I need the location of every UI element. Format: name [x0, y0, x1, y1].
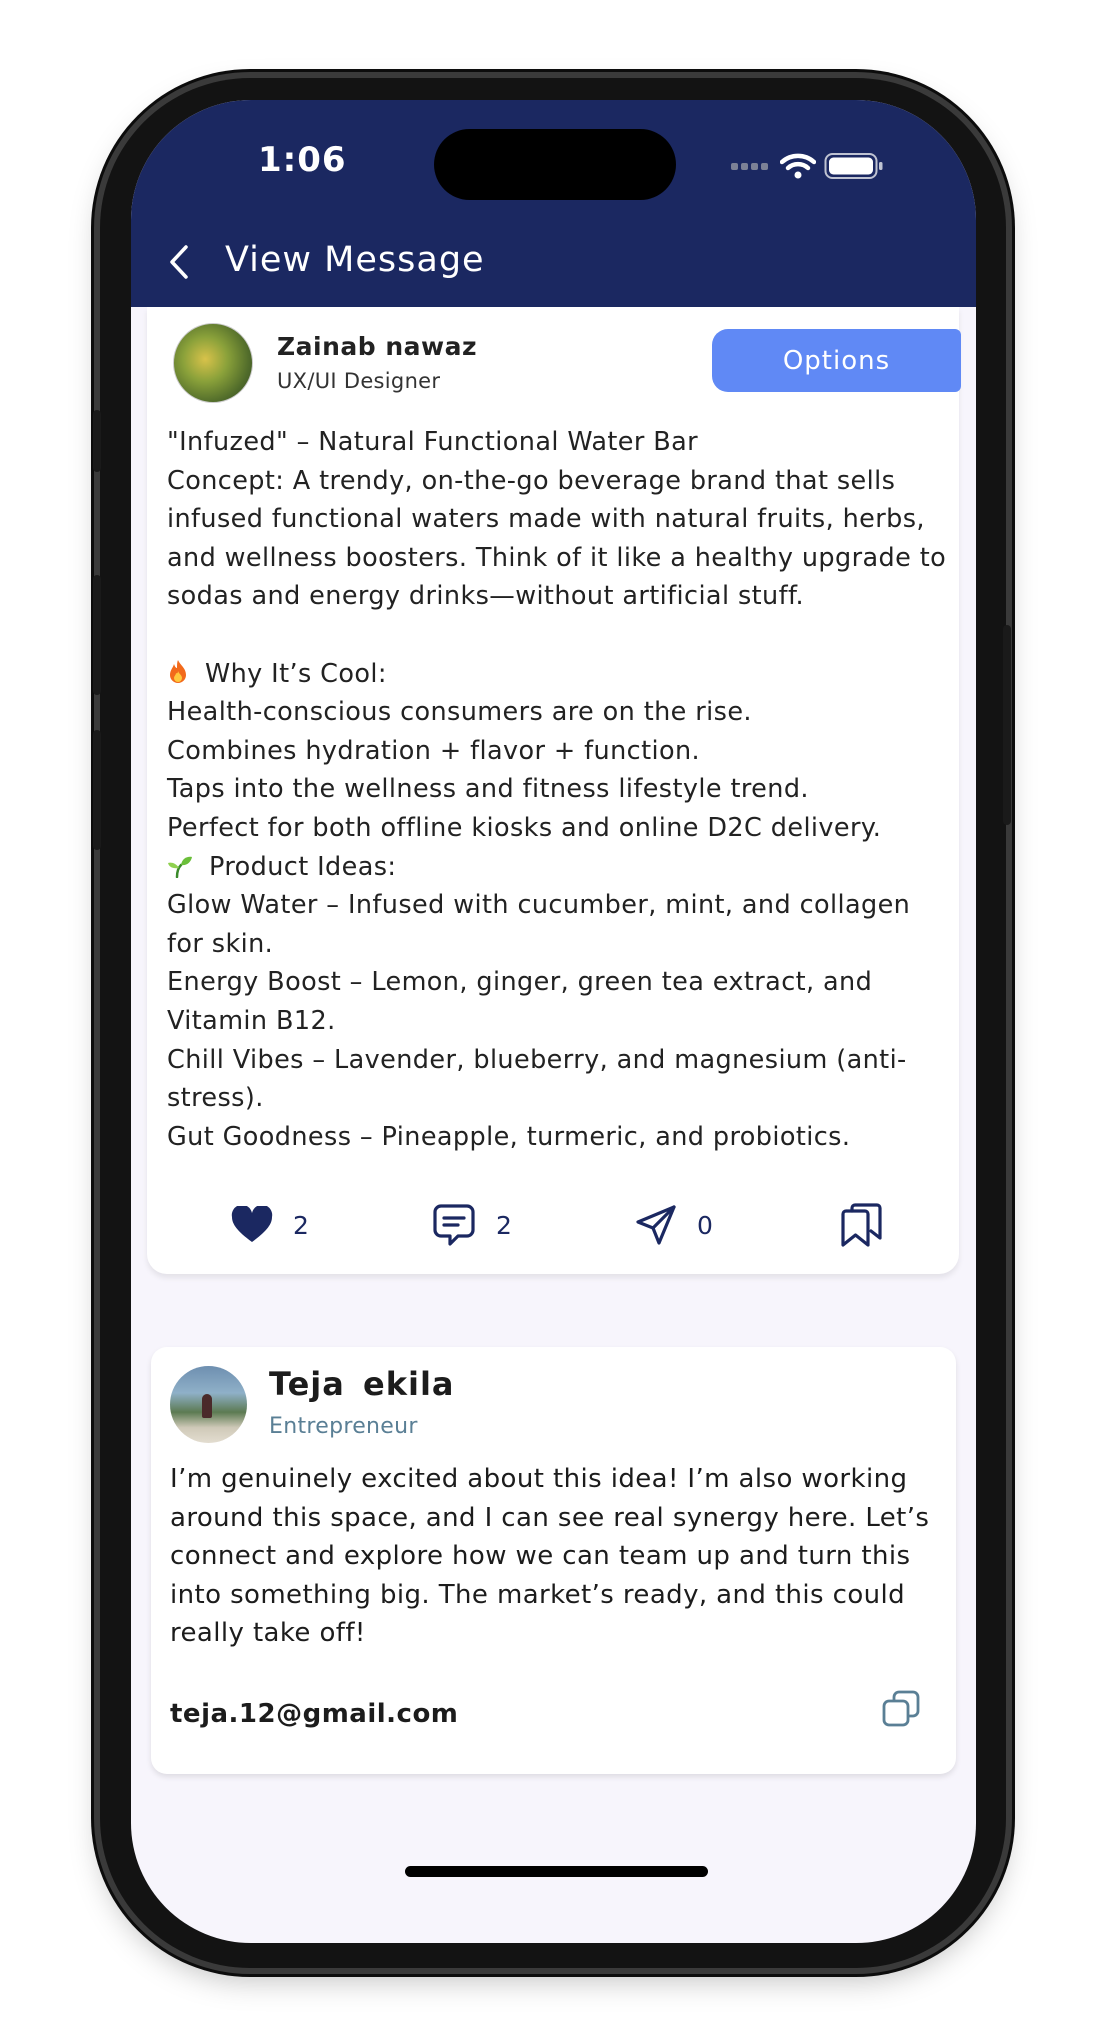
status-time: 1:06 [258, 140, 347, 180]
post-card: Zainab nawaz UX/UI Designer Options "Inf… [147, 307, 961, 1274]
app-header: 1:06 View Message [131, 100, 976, 307]
side-button [93, 730, 101, 850]
post-line: Energy Boost – Lemon, ginger, green tea … [167, 967, 873, 998]
comment-icon [433, 1204, 475, 1246]
options-button[interactable]: Options [712, 329, 961, 392]
chevron-left-icon [170, 245, 188, 279]
reply-author-name: Teja ekila [269, 1365, 455, 1403]
post-line: Health-conscious consumers are on the ri… [167, 697, 752, 728]
like-button[interactable]: 2 [231, 1200, 309, 1250]
post-line: stress). [167, 1083, 264, 1114]
post-line: sodas and energy drinks—without artifici… [167, 581, 804, 612]
reply-body: I’m genuinely excited about this idea! I… [170, 1460, 960, 1653]
post-line: Perfect for both offline kiosks and onli… [167, 812, 882, 843]
comment-count: 2 [496, 1210, 512, 1240]
reply-author-role: Entrepreneur [269, 1414, 418, 1439]
share-count: 0 [697, 1210, 713, 1240]
post-line: infused functional waters made with natu… [167, 504, 925, 535]
page-title: View Message [225, 240, 485, 280]
post-actions: 2 2 0 [147, 1200, 959, 1260]
reply-card: Teja ekila Entrepreneur I’m genuinely ex… [151, 1347, 956, 1774]
back-button[interactable] [159, 242, 199, 282]
status-icons [731, 148, 884, 184]
bookmark-icon [841, 1203, 882, 1247]
post-line: Vitamin B12. [167, 1005, 336, 1036]
home-indicator[interactable] [405, 1866, 708, 1877]
post-line: Why It’s Cool: [167, 655, 957, 694]
avatar[interactable] [170, 1366, 247, 1443]
post-line: Taps into the wellness and fitness lifes… [167, 774, 809, 805]
sprout-emoji-icon [168, 856, 192, 878]
post-line: and wellness boosters. Think of it like … [167, 542, 947, 573]
post-line: for skin. [167, 928, 274, 959]
post-line: Glow Water – Infused with cucumber, mint… [167, 890, 911, 921]
copy-icon [882, 1690, 920, 1727]
cellular-signal-icon [731, 162, 768, 170]
battery-icon [824, 153, 883, 179]
author-role: UX/UI Designer [277, 369, 441, 393]
comment-button[interactable]: 2 [432, 1200, 512, 1250]
reply-line: into something big. The market’s ready, … [170, 1579, 906, 1610]
reply-line: I’m genuinely excited about this idea! I… [170, 1464, 908, 1494]
section-heading: Why It’s Cool: [205, 658, 387, 689]
post-line: Gut Goodness – Pineapple, turmeric, and … [167, 1121, 851, 1152]
side-button [1003, 625, 1011, 825]
reply-line: really take off! [170, 1618, 366, 1649]
post-line: Concept: A trendy, on-the-go beverage br… [167, 465, 896, 496]
section-heading: Product Ideas: [209, 851, 397, 882]
dynamic-island [434, 129, 676, 200]
like-count: 2 [293, 1210, 309, 1240]
heart-icon [231, 1206, 273, 1242]
share-button[interactable]: 0 [635, 1200, 713, 1250]
side-button [93, 575, 101, 695]
avatar[interactable] [173, 323, 253, 403]
author-name: Zainab nawaz [277, 332, 478, 361]
post-line: Product Ideas: [167, 848, 957, 887]
post-body: "Infuzed" – Natural Functional Water Bar… [167, 423, 957, 1156]
avatar-person [202, 1394, 212, 1418]
fire-emoji-icon [170, 659, 186, 683]
post-line: Chill Vibes – Lavender, blueberry, and m… [167, 1044, 907, 1075]
send-icon [636, 1205, 676, 1245]
post-line: "Infuzed" – Natural Functional Water Bar [167, 427, 699, 457]
side-button [93, 410, 101, 472]
post-line: Combines hydration + flavor + function. [167, 735, 701, 766]
reply-line: connect and explore how we can team up a… [170, 1541, 911, 1572]
save-button[interactable] [839, 1200, 885, 1250]
copy-email-button[interactable] [880, 1688, 922, 1730]
app-screen: 1:06 View Message Zainab nawaz UX/UI Des… [131, 100, 976, 1943]
reply-line: around this space, and I can see real sy… [170, 1502, 930, 1533]
reply-email: teja.12@gmail.com [170, 1699, 459, 1729]
wifi-icon [780, 153, 816, 179]
